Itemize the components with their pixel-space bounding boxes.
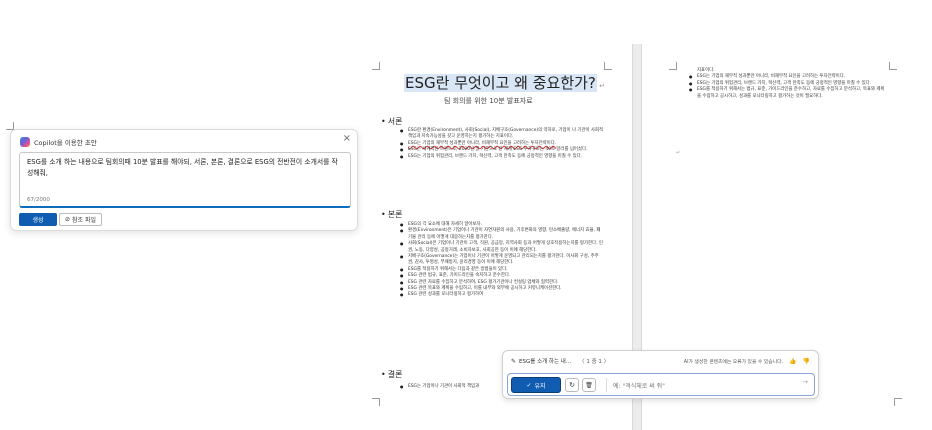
keep-label: 유지 bbox=[534, 382, 546, 390]
check-icon: ✓ bbox=[526, 381, 532, 389]
list-item: 사회(Social)은 기업이나 기관이 고객, 직원, 공급망, 지역사회 등… bbox=[400, 241, 604, 254]
list-item: 지배구조(Governance)는 기업이나 기관이 어떻게 운영되고 관리되는… bbox=[400, 254, 604, 267]
copilot-title: Copilot을 이용한 초안 bbox=[34, 139, 97, 147]
list-item: 환경(Environment)은 기업이나 기관이 자연자원의 사용, 기후변화… bbox=[400, 228, 604, 241]
intro-heading: 서론 bbox=[381, 116, 403, 127]
copilot-header: Copilot을 이용한 초안 bbox=[20, 137, 97, 147]
page2-corner-mark bbox=[889, 62, 897, 70]
document-title[interactable]: ESG란 무엇이고 왜 중요한가? ↵ bbox=[404, 72, 605, 93]
result-pager[interactable]: 〈 1 중 1 〉 bbox=[579, 357, 609, 365]
trash-icon: 🗑 bbox=[585, 381, 593, 389]
page1-corner-mark bbox=[372, 398, 380, 406]
list-item-text: ESG는 기업의 재무적 성과뿐만 아니라, 비재무적 요인을 고려하는 투자전… bbox=[408, 140, 557, 146]
conclusion-heading: 결론 bbox=[381, 369, 403, 380]
reference-file-button[interactable]: ⊘ 참조 파일 bbox=[59, 213, 103, 226]
close-icon[interactable]: × bbox=[343, 133, 351, 144]
rewrite-instruction-input[interactable]: 예: "격식체로 써 줘" bbox=[606, 378, 806, 392]
list-item: ESG란 환경(Environment), 사회(Social), 지배구조(G… bbox=[400, 128, 604, 141]
thumb-up-icon[interactable]: 👍 bbox=[789, 358, 796, 365]
thumb-down-icon[interactable]: 👎 bbox=[803, 358, 810, 365]
intro-list: ESG란 환경(Environment), 사회(Social), 지배구조(G… bbox=[400, 128, 604, 161]
paragraph-mark: ↵ bbox=[676, 150, 681, 156]
rewrite-header: ✎ ESG를 소개 하는 내... 〈 1 중 1 〉 AI가 생성한 콘텐츠에… bbox=[511, 355, 810, 367]
document-subtitle: 팀 회의를 위한 10분 발표자료 bbox=[444, 97, 533, 105]
rewrite-controls: ✓ 유지 ↻ 🗑 예: "격식체로 써 줘" → bbox=[507, 373, 815, 396]
prompt-input[interactable]: ESG를 소개 하는 내용으로 팀회의때 10분 발표를 해야되, 서론, 본론… bbox=[19, 152, 351, 208]
refresh-icon: ↻ bbox=[569, 381, 575, 389]
document-title-text: ESG란 무엇이고 왜 중요한가? bbox=[404, 74, 597, 92]
conclusion-list: ESG는 기업이나 기관이 사회적 책임과 bbox=[400, 384, 508, 391]
page2-corner-mark bbox=[894, 398, 902, 406]
generate-button[interactable]: 생성 bbox=[19, 213, 57, 226]
page2-corner-mark bbox=[669, 62, 677, 70]
ai-disclaimer: AI가 생성한 콘텐츠에는 오류가 있을 수 있습니다. bbox=[683, 359, 784, 365]
copilot-logo-icon bbox=[20, 137, 30, 147]
list-item: ESG는 기업이나 기관이 사회적 책임과 bbox=[400, 384, 508, 391]
context-label[interactable]: ESG를 소개 하는 내... bbox=[519, 357, 571, 365]
reference-file-label: 참조 파일 bbox=[72, 217, 97, 224]
page1-corner-mark bbox=[372, 62, 380, 70]
list-item: ESG 관련 성과를 모니터링하고 평가하여 bbox=[400, 292, 604, 299]
list-item: ESG는 기업의 위험관리, 브랜드 가치, 혁신력, 고객 만족도 등에 긍정… bbox=[400, 154, 604, 161]
body-list: ESG의 각 요소에 대해 자세히 알아보자. 환경(Environment)은… bbox=[400, 222, 604, 299]
keep-button[interactable]: ✓ 유지 bbox=[511, 377, 561, 393]
pen-icon: ✎ bbox=[511, 357, 517, 365]
copilot-draft-card: Copilot을 이용한 초안 × ESG를 소개 하는 내용으로 팀회의때 1… bbox=[10, 129, 358, 231]
regenerate-button[interactable]: ↻ bbox=[565, 378, 579, 392]
body-heading: 본론 bbox=[381, 209, 403, 220]
attach-icon: ⊘ bbox=[65, 216, 71, 223]
page1-corner-mark bbox=[604, 62, 612, 70]
prompt-text[interactable]: ESG를 소개 하는 내용으로 팀회의때 10분 발표를 해야되, 서론, 본론… bbox=[27, 157, 343, 179]
list-item: ESG를 적용하기 위해서는 법규, 표준, 가이드라인을 준수하고, 자료를 … bbox=[689, 87, 887, 100]
discard-button[interactable]: 🗑 bbox=[582, 378, 596, 392]
page2-list: 지표이다. ESG는 기업의 재무적 성과뿐만 아니라, 비재무적 요인을 고려… bbox=[689, 68, 887, 100]
send-arrow-icon[interactable]: → bbox=[802, 378, 808, 386]
copilot-rewrite-bar: ✎ ESG를 소개 하는 내... 〈 1 중 1 〉 AI가 생성한 콘텐츠에… bbox=[502, 350, 819, 399]
char-count: 67/2000 bbox=[27, 197, 50, 203]
